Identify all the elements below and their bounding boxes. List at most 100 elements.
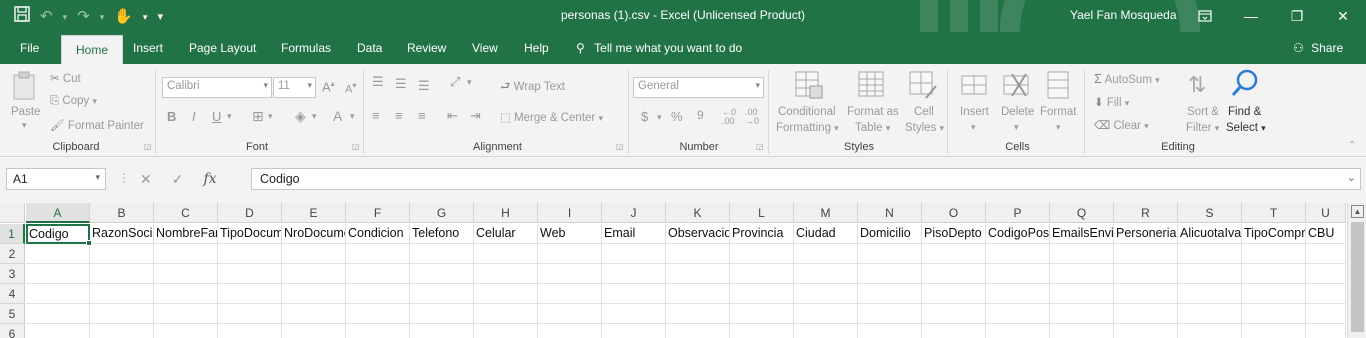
cell-f3[interactable] [346, 264, 410, 284]
scroll-thumb[interactable] [1351, 222, 1364, 332]
cell-n4[interactable] [858, 284, 922, 304]
cell-u3[interactable] [1306, 264, 1346, 284]
cell-q2[interactable] [1050, 244, 1114, 264]
row-header-5[interactable]: 5 [0, 304, 25, 324]
cell-o6[interactable] [922, 324, 986, 338]
cell-l6[interactable] [730, 324, 794, 338]
column-header-u[interactable]: U [1306, 203, 1346, 223]
tab-page-layout[interactable]: Page Layout [189, 32, 256, 64]
font-color-icon[interactable]: A [333, 108, 342, 124]
cell-e2[interactable] [282, 244, 346, 264]
column-header-f[interactable]: F [346, 203, 410, 223]
cell-r3[interactable] [1114, 264, 1178, 284]
cell-m1[interactable]: Ciudad [794, 224, 858, 244]
cell-n6[interactable] [858, 324, 922, 338]
cell-i6[interactable] [538, 324, 602, 338]
column-header-o[interactable]: O [922, 203, 986, 223]
grow-font-button[interactable]: A▴ [322, 79, 335, 94]
column-header-m[interactable]: M [794, 203, 858, 223]
cancel-icon[interactable]: ✕ [140, 171, 152, 188]
cell-u1[interactable]: CBU [1306, 224, 1346, 244]
cell-i1[interactable]: Web [538, 224, 602, 244]
cell-j4[interactable] [602, 284, 666, 304]
cell-p3[interactable] [986, 264, 1050, 284]
merge-center-button[interactable]: ⬚ Merge & Center ▾ [500, 110, 603, 124]
cell-m2[interactable] [794, 244, 858, 264]
cell-q1[interactable]: EmailsEnvio [1050, 224, 1114, 244]
column-header-s[interactable]: S [1178, 203, 1242, 223]
cell-a5[interactable] [26, 304, 90, 324]
cell-l5[interactable] [730, 304, 794, 324]
cell-m3[interactable] [794, 264, 858, 284]
column-header-k[interactable]: K [666, 203, 730, 223]
cell-p1[interactable]: CodigoPostal [986, 224, 1050, 244]
cell-i2[interactable] [538, 244, 602, 264]
decrease-indent-icon[interactable]: ⇤ [447, 108, 458, 124]
cell-f1[interactable]: Condicion [346, 224, 410, 244]
cell-l4[interactable] [730, 284, 794, 304]
underline-dropdown-icon[interactable]: ▾ [227, 111, 232, 122]
column-header-e[interactable]: E [282, 203, 346, 223]
borders-dropdown-icon[interactable]: ▾ [268, 111, 273, 122]
cell-r2[interactable] [1114, 244, 1178, 264]
clear-button[interactable]: ⌫ Clear ▾ [1094, 118, 1149, 132]
cell-r4[interactable] [1114, 284, 1178, 304]
cell-d5[interactable] [218, 304, 282, 324]
cell-r1[interactable]: Personeria [1114, 224, 1178, 244]
cell-c3[interactable] [154, 264, 218, 284]
cell-k3[interactable] [666, 264, 730, 284]
name-box[interactable]: A1 ▾ [6, 168, 106, 190]
share-button[interactable]: ⚇ Share [1293, 32, 1343, 64]
tab-help[interactable]: Help [524, 32, 549, 64]
row-header-4[interactable]: 4 [0, 284, 25, 304]
cell-i4[interactable] [538, 284, 602, 304]
cell-k1[interactable]: Observaciones [666, 224, 730, 244]
cell-k2[interactable] [666, 244, 730, 264]
align-left-icon[interactable]: ≡ [372, 108, 380, 123]
column-header-b[interactable]: B [90, 203, 154, 223]
align-center-icon[interactable]: ≡ [395, 108, 403, 123]
cell-r6[interactable] [1114, 324, 1178, 338]
cell-o4[interactable] [922, 284, 986, 304]
cell-u2[interactable] [1306, 244, 1346, 264]
borders-icon[interactable]: ⊞ [252, 108, 264, 125]
column-header-t[interactable]: T [1242, 203, 1306, 223]
column-header-r[interactable]: R [1114, 203, 1178, 223]
fill-handle[interactable] [86, 240, 92, 246]
cell-n1[interactable]: Domicilio [858, 224, 922, 244]
row-header-3[interactable]: 3 [0, 264, 25, 284]
tab-formulas[interactable]: Formulas [281, 32, 331, 64]
name-box-dropdown-icon[interactable]: ▾ [95, 172, 100, 183]
cell-s5[interactable] [1178, 304, 1242, 324]
fill-button[interactable]: ⬇ Fill ▾ [1094, 95, 1129, 109]
cell-q4[interactable] [1050, 284, 1114, 304]
column-header-l[interactable]: L [730, 203, 794, 223]
cell-b1[interactable]: RazonSocial [90, 224, 154, 244]
cell-h3[interactable] [474, 264, 538, 284]
ribbon-display-options-icon[interactable] [1182, 0, 1228, 32]
cell-s3[interactable] [1178, 264, 1242, 284]
cell-k5[interactable] [666, 304, 730, 324]
wrap-text-button[interactable]: ⮐ Wrap Text [500, 79, 565, 98]
decrease-decimal-icon[interactable]: .00 →0 [745, 108, 759, 126]
tab-insert[interactable]: Insert [133, 32, 163, 64]
tab-home[interactable]: Home [61, 35, 124, 64]
fill-color-icon[interactable]: ◈ [295, 108, 306, 125]
cell-h5[interactable] [474, 304, 538, 324]
cell-c6[interactable] [154, 324, 218, 338]
column-header-a[interactable]: A [26, 203, 90, 223]
cell-g3[interactable] [410, 264, 474, 284]
cell-u5[interactable] [1306, 304, 1346, 324]
cell-h2[interactable] [474, 244, 538, 264]
cell-q5[interactable] [1050, 304, 1114, 324]
cell-f6[interactable] [346, 324, 410, 338]
cell-b6[interactable] [90, 324, 154, 338]
cell-m5[interactable] [794, 304, 858, 324]
font-size-select[interactable]: 11 [273, 77, 316, 98]
cell-e6[interactable] [282, 324, 346, 338]
orientation-icon[interactable]: ⤢ [450, 74, 460, 90]
cell-o1[interactable]: PisoDepto [922, 224, 986, 244]
tab-file[interactable]: File [20, 32, 39, 64]
cell-j2[interactable] [602, 244, 666, 264]
cell-i3[interactable] [538, 264, 602, 284]
